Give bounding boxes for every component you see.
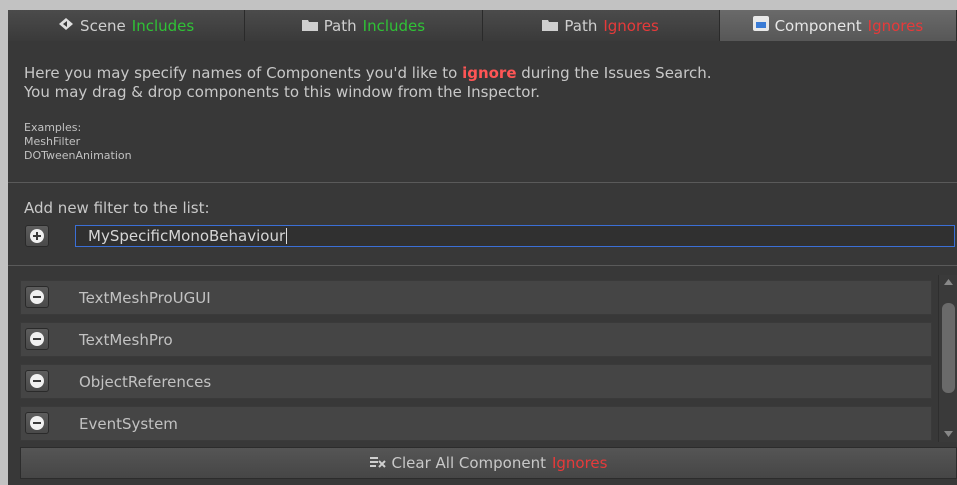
list-item-label: TextMeshPro: [79, 331, 173, 349]
info-line-1: Here you may specify names of Components…: [24, 64, 712, 83]
clear-list-icon: [369, 454, 386, 472]
remove-button[interactable]: [25, 328, 49, 350]
remove-button[interactable]: [25, 412, 49, 434]
list-item-label: EventSystem: [79, 415, 178, 433]
tab-label: Path: [323, 16, 357, 35]
component-icon: [752, 16, 769, 35]
divider: [8, 265, 957, 266]
tab-label: Component: [774, 16, 862, 35]
list-item-label: TextMeshProUGUI: [79, 289, 211, 307]
filter-input[interactable]: MySpecificMonoBehaviour: [75, 225, 955, 247]
tab-path-includes[interactable]: Path Includes: [245, 10, 483, 41]
tab-path-ignores[interactable]: Path Ignores: [482, 10, 720, 41]
scrollbar-thumb[interactable]: [942, 303, 955, 393]
clear-all-label-accent: Ignores: [551, 454, 608, 472]
tab-label-accent: Includes: [131, 16, 195, 35]
examples-block: Examples: MeshFilter DOTweenAnimation: [24, 121, 132, 163]
clear-all-button[interactable]: Clear All Component Ignores: [20, 447, 957, 479]
example-item: MeshFilter: [24, 135, 81, 148]
folder-icon: [542, 17, 559, 35]
folder-icon: [301, 17, 318, 35]
list-item-label: ObjectReferences: [79, 373, 212, 391]
tab-label-accent: Ignores: [603, 16, 659, 35]
remove-button[interactable]: [25, 286, 49, 308]
text-caret: [286, 228, 288, 244]
tab-label: Scene: [80, 16, 126, 35]
tab-bar: Scene Includes Path Includes Path Ignore…: [8, 10, 957, 41]
remove-button[interactable]: [25, 370, 49, 392]
examples-title: Examples:: [24, 121, 82, 134]
add-filter-button[interactable]: [25, 225, 49, 247]
info-text-part: Here you may specify names of Components…: [24, 64, 463, 82]
filter-input-value: MySpecificMonoBehaviour: [88, 227, 286, 245]
info-emphasis: ignore: [462, 64, 517, 82]
list-item: TextMeshPro: [20, 322, 932, 357]
example-item: DOTweenAnimation: [24, 149, 132, 162]
tab-label-accent: Includes: [362, 16, 426, 35]
tab-label-accent: Ignores: [867, 16, 924, 35]
tab-label: Path: [564, 16, 598, 35]
plus-icon: [30, 229, 44, 243]
info-text: Here you may specify names of Components…: [24, 64, 712, 102]
divider: [8, 182, 957, 183]
minus-icon: [30, 374, 44, 388]
list-item: TextMeshProUGUI: [20, 280, 932, 315]
minus-icon: [30, 416, 44, 430]
scroll-down-arrow-icon[interactable]: [944, 431, 953, 437]
list-scrollbar[interactable]: [938, 275, 957, 442]
info-text-part: during the Issues Search.: [516, 64, 712, 82]
minus-icon: [30, 290, 44, 304]
tab-component-ignores[interactable]: Component Ignores: [719, 10, 957, 41]
tab-scene-includes[interactable]: Scene Includes: [8, 10, 246, 41]
clear-all-label: Clear All Component: [391, 454, 546, 472]
minus-icon: [30, 332, 44, 346]
list-item: EventSystem: [20, 406, 932, 441]
component-ignores-window: Scene Includes Path Includes Path Ignore…: [8, 10, 957, 485]
info-line-2: You may drag & drop components to this w…: [24, 83, 541, 101]
add-filter-label: Add new filter to the list:: [24, 199, 210, 217]
scroll-up-arrow-icon[interactable]: [944, 279, 953, 285]
list-item: ObjectReferences: [20, 364, 932, 399]
scene-icon: [58, 17, 74, 35]
